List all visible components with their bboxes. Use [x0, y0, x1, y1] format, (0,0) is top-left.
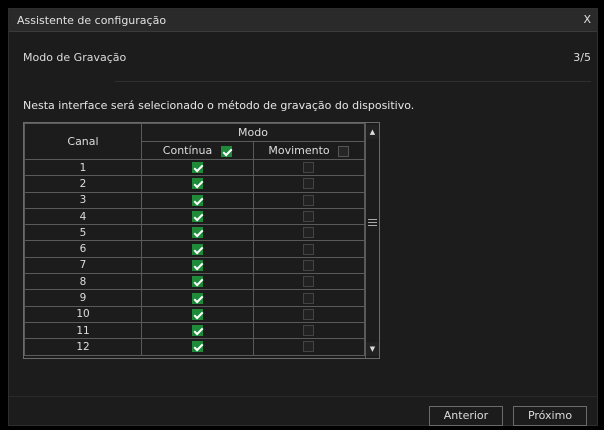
- movimento-checkbox[interactable]: [303, 308, 315, 320]
- movimento-checkbox[interactable]: [303, 178, 315, 190]
- movimento-cell: [252, 305, 365, 323]
- continua-checkbox[interactable]: [191, 308, 203, 320]
- movimento-cell: [252, 158, 365, 177]
- table-row: 8: [24, 273, 365, 291]
- table-row: 11: [24, 321, 365, 340]
- table-scrollbar[interactable]: ▲ ▼: [365, 123, 379, 358]
- step-title: Modo de Gravação: [23, 51, 127, 64]
- movimento-checkbox[interactable]: [303, 325, 315, 337]
- continua-cell: [141, 191, 254, 209]
- previous-button[interactable]: Anterior: [429, 406, 503, 426]
- movimento-checkbox[interactable]: [303, 276, 315, 288]
- close-button[interactable]: X: [583, 13, 591, 26]
- movimento-checkbox[interactable]: [303, 341, 315, 353]
- continua-cell: [141, 256, 254, 275]
- continua-checkbox[interactable]: [191, 211, 203, 223]
- continua-cell: [141, 321, 254, 340]
- continua-checkbox[interactable]: [191, 325, 203, 337]
- scroll-grip-icon[interactable]: [368, 217, 377, 227]
- movimento-cell: [252, 321, 365, 340]
- table-row: 2: [24, 175, 365, 193]
- step-counter: 3/5: [573, 51, 591, 64]
- channel-number: 5: [24, 224, 142, 242]
- movimento-checkbox[interactable]: [303, 243, 315, 255]
- table-row: 7: [24, 256, 365, 275]
- divider: [115, 81, 591, 82]
- table-row: 3: [24, 191, 365, 209]
- column-header-movimento: Movimento: [252, 141, 365, 160]
- continua-cell: [141, 338, 254, 356]
- channel-number: 8: [24, 273, 142, 291]
- channel-number: 9: [24, 289, 142, 307]
- continua-checkbox[interactable]: [191, 243, 203, 255]
- table-row: 12: [24, 338, 365, 356]
- movimento-checkbox[interactable]: [303, 162, 315, 174]
- column-header-continua: Contínua: [141, 141, 254, 160]
- movimento-checkbox[interactable]: [303, 292, 315, 304]
- table-row: 4: [24, 207, 365, 226]
- column-header-canal: Canal: [24, 123, 142, 160]
- movimento-checkbox[interactable]: [303, 211, 315, 223]
- table-row: 1: [24, 158, 365, 177]
- continua-cell: [141, 207, 254, 226]
- continua-cell: [141, 273, 254, 291]
- movimento-cell: [252, 256, 365, 275]
- channel-table: Canal Modo Contínua Movimento 1234567891…: [24, 123, 365, 356]
- select-all-movimento-checkbox[interactable]: [338, 145, 350, 157]
- continua-cell: [141, 240, 254, 258]
- movimento-cell: [252, 191, 365, 209]
- continua-cell: [141, 224, 254, 242]
- channel-table-container: Canal Modo Contínua Movimento 1234567891…: [23, 122, 380, 359]
- movimento-cell: [252, 273, 365, 291]
- continua-checkbox[interactable]: [191, 292, 203, 304]
- setup-wizard-window: Assistente de configuração X Modo de Gra…: [8, 8, 598, 426]
- table-row: 10: [24, 305, 365, 323]
- movimento-checkbox[interactable]: [303, 194, 315, 206]
- continua-cell: [141, 158, 254, 177]
- footer-divider: [9, 396, 597, 397]
- continua-checkbox[interactable]: [191, 194, 203, 206]
- movimento-cell: [252, 224, 365, 242]
- channel-number: 2: [24, 175, 142, 193]
- select-all-continua-checkbox[interactable]: [220, 145, 232, 157]
- continua-checkbox[interactable]: [191, 162, 203, 174]
- description-text: Nesta interface será selecionado o métod…: [23, 99, 415, 112]
- continua-cell: [141, 289, 254, 307]
- next-button[interactable]: Próximo: [513, 406, 587, 426]
- channel-number: 3: [24, 191, 142, 209]
- channel-number: 11: [24, 321, 142, 340]
- movimento-checkbox[interactable]: [303, 259, 315, 271]
- movimento-cell: [252, 207, 365, 226]
- movimento-header-label: Movimento: [268, 144, 330, 157]
- title-bar: Assistente de configuração X: [9, 9, 597, 32]
- continua-checkbox[interactable]: [191, 276, 203, 288]
- movimento-cell: [252, 240, 365, 258]
- channel-number: 12: [24, 338, 142, 356]
- table-row: 5: [24, 224, 365, 242]
- channel-number: 4: [24, 207, 142, 226]
- channel-number: 6: [24, 240, 142, 258]
- continua-checkbox[interactable]: [191, 178, 203, 190]
- continua-checkbox[interactable]: [191, 227, 203, 239]
- continua-checkbox[interactable]: [191, 341, 203, 353]
- movimento-checkbox[interactable]: [303, 227, 315, 239]
- channel-number: 1: [24, 158, 142, 177]
- continua-header-label: Contínua: [162, 144, 213, 157]
- movimento-cell: [252, 289, 365, 307]
- movimento-cell: [252, 338, 365, 356]
- column-group-modo: Modo: [141, 123, 365, 142]
- table-row: 6: [24, 240, 365, 258]
- continua-checkbox[interactable]: [191, 259, 203, 271]
- window-title: Assistente de configuração: [17, 14, 167, 27]
- table-row: 9: [24, 289, 365, 307]
- continua-cell: [141, 305, 254, 323]
- channel-number: 7: [24, 256, 142, 275]
- continua-cell: [141, 175, 254, 193]
- channel-number: 10: [24, 305, 142, 323]
- movimento-cell: [252, 175, 365, 193]
- scroll-up-arrow-icon[interactable]: ▲: [366, 125, 379, 139]
- scroll-down-arrow-icon[interactable]: ▼: [366, 342, 379, 356]
